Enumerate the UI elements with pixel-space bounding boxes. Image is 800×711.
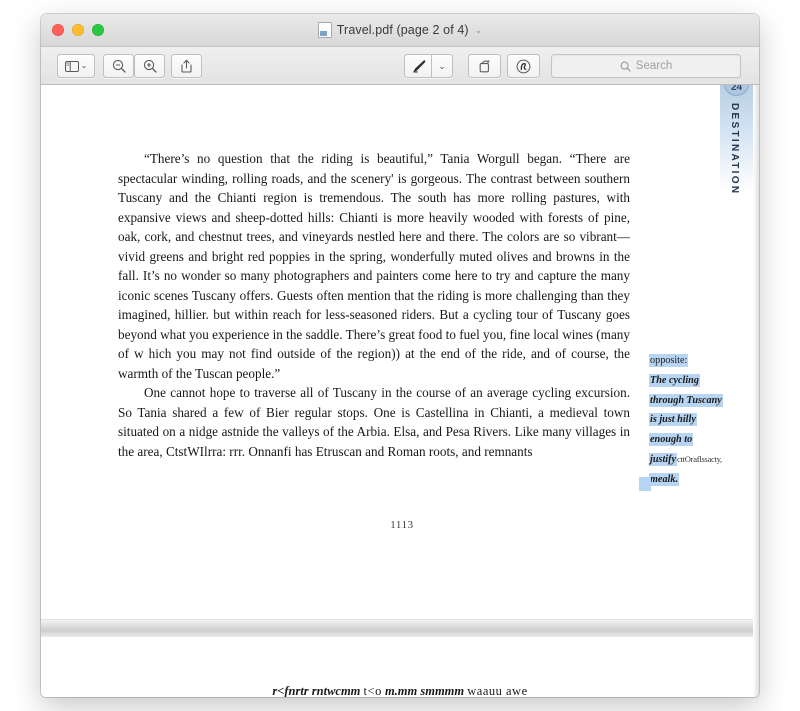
caption-line: through Tuscany	[649, 391, 747, 411]
paragraph: “There’s no question that the riding is …	[118, 151, 630, 381]
side-caption: opposite: The cycling through Tuscany is…	[649, 351, 747, 490]
caption-text: The cycling	[649, 373, 700, 387]
page-number: 1113	[390, 519, 414, 531]
sidebar-icon	[64, 60, 79, 72]
caption-line: opposite:	[649, 351, 747, 371]
caption-text: mealk.	[649, 472, 680, 486]
page-right-edge	[753, 85, 759, 697]
caption-highlight-stub	[639, 477, 651, 491]
destination-label: DESTINATION	[729, 103, 740, 196]
page-separator	[41, 619, 753, 639]
minimize-window-button[interactable]	[72, 24, 84, 36]
document-scroll-area[interactable]: .... “There’s no question that the ridin…	[41, 85, 759, 697]
share-button[interactable]	[171, 54, 202, 78]
zoom-out-button[interactable]	[103, 54, 134, 78]
next-page-text-1: r<fnrtr rntwcmm	[272, 684, 361, 697]
zoom-in-button[interactable]	[134, 54, 165, 78]
markup-button[interactable]	[404, 54, 432, 78]
pdf-document-icon	[317, 22, 332, 38]
preview-window: Travel.pdf (page 2 of 4) ⌄ ⌄ ⌄ Search ..…	[41, 14, 759, 697]
caption-text: justify	[649, 452, 678, 466]
caption-line: mealk.	[639, 470, 747, 490]
zoom-out-icon	[112, 59, 126, 73]
caption-line: is just hilly	[649, 410, 747, 430]
maximize-window-button[interactable]	[92, 24, 104, 36]
zoom-in-icon	[143, 59, 157, 73]
running-header: ....	[119, 137, 130, 142]
caption-text: through Tuscany	[649, 393, 723, 407]
caption-text: opposite:	[649, 354, 689, 367]
caption-line: enough to	[649, 430, 747, 450]
pdf-page-2: .... “There’s no question that the ridin…	[41, 85, 753, 619]
window-title-group: Travel.pdf (page 2 of 4) ⌄	[41, 14, 759, 46]
search-input[interactable]: Search	[551, 54, 741, 78]
search-placeholder: Search	[635, 60, 673, 72]
caption-text: enough to	[649, 433, 694, 447]
chevron-down-icon: ⌄	[80, 61, 88, 70]
window-title-bar: Travel.pdf (page 2 of 4) ⌄	[41, 14, 759, 47]
page-body-text: “There’s no question that the riding is …	[118, 149, 630, 461]
toolbar: ⌄ ⌄ Search	[41, 47, 759, 85]
chevron-down-icon: ⌄	[438, 60, 446, 71]
sign-button[interactable]	[507, 54, 540, 78]
caption-text: is just hilly	[649, 413, 697, 427]
signature-icon	[516, 59, 531, 74]
caption-line: justifycttOraflssacty,	[649, 450, 747, 470]
paragraph: One cannot hope to traverse all of Tusca…	[118, 385, 630, 459]
markup-pen-icon	[412, 59, 426, 73]
next-page-text-3: m.mm smmmm	[384, 684, 465, 697]
chevron-down-icon[interactable]: ⌄	[475, 25, 483, 35]
close-window-button[interactable]	[52, 24, 64, 36]
sidebar-toggle-button[interactable]: ⌄	[57, 54, 95, 78]
rotate-button[interactable]	[468, 54, 501, 78]
next-page-heading: r<fnrtr rntwcmm t<o m.mm smmmm waauu awe	[41, 684, 753, 697]
destination-number: 24	[724, 85, 749, 96]
rotate-icon	[478, 59, 492, 73]
next-page-text-4: waauu awe	[467, 684, 528, 697]
markup-options-button[interactable]: ⌄	[431, 54, 453, 78]
destination-tab: 24 DESTINATION	[720, 85, 753, 195]
search-icon	[620, 61, 631, 72]
next-page-text-2: t<o	[363, 684, 382, 697]
caption-line: The cycling	[649, 371, 747, 391]
window-title: Travel.pdf (page 2 of 4)	[336, 23, 469, 37]
pdf-page-3: r<fnrtr rntwcmm t<o m.mm smmmm waauu awe	[41, 637, 753, 697]
caption-trailing-text: cttOraflssacty,	[677, 453, 722, 464]
share-icon	[180, 59, 193, 73]
